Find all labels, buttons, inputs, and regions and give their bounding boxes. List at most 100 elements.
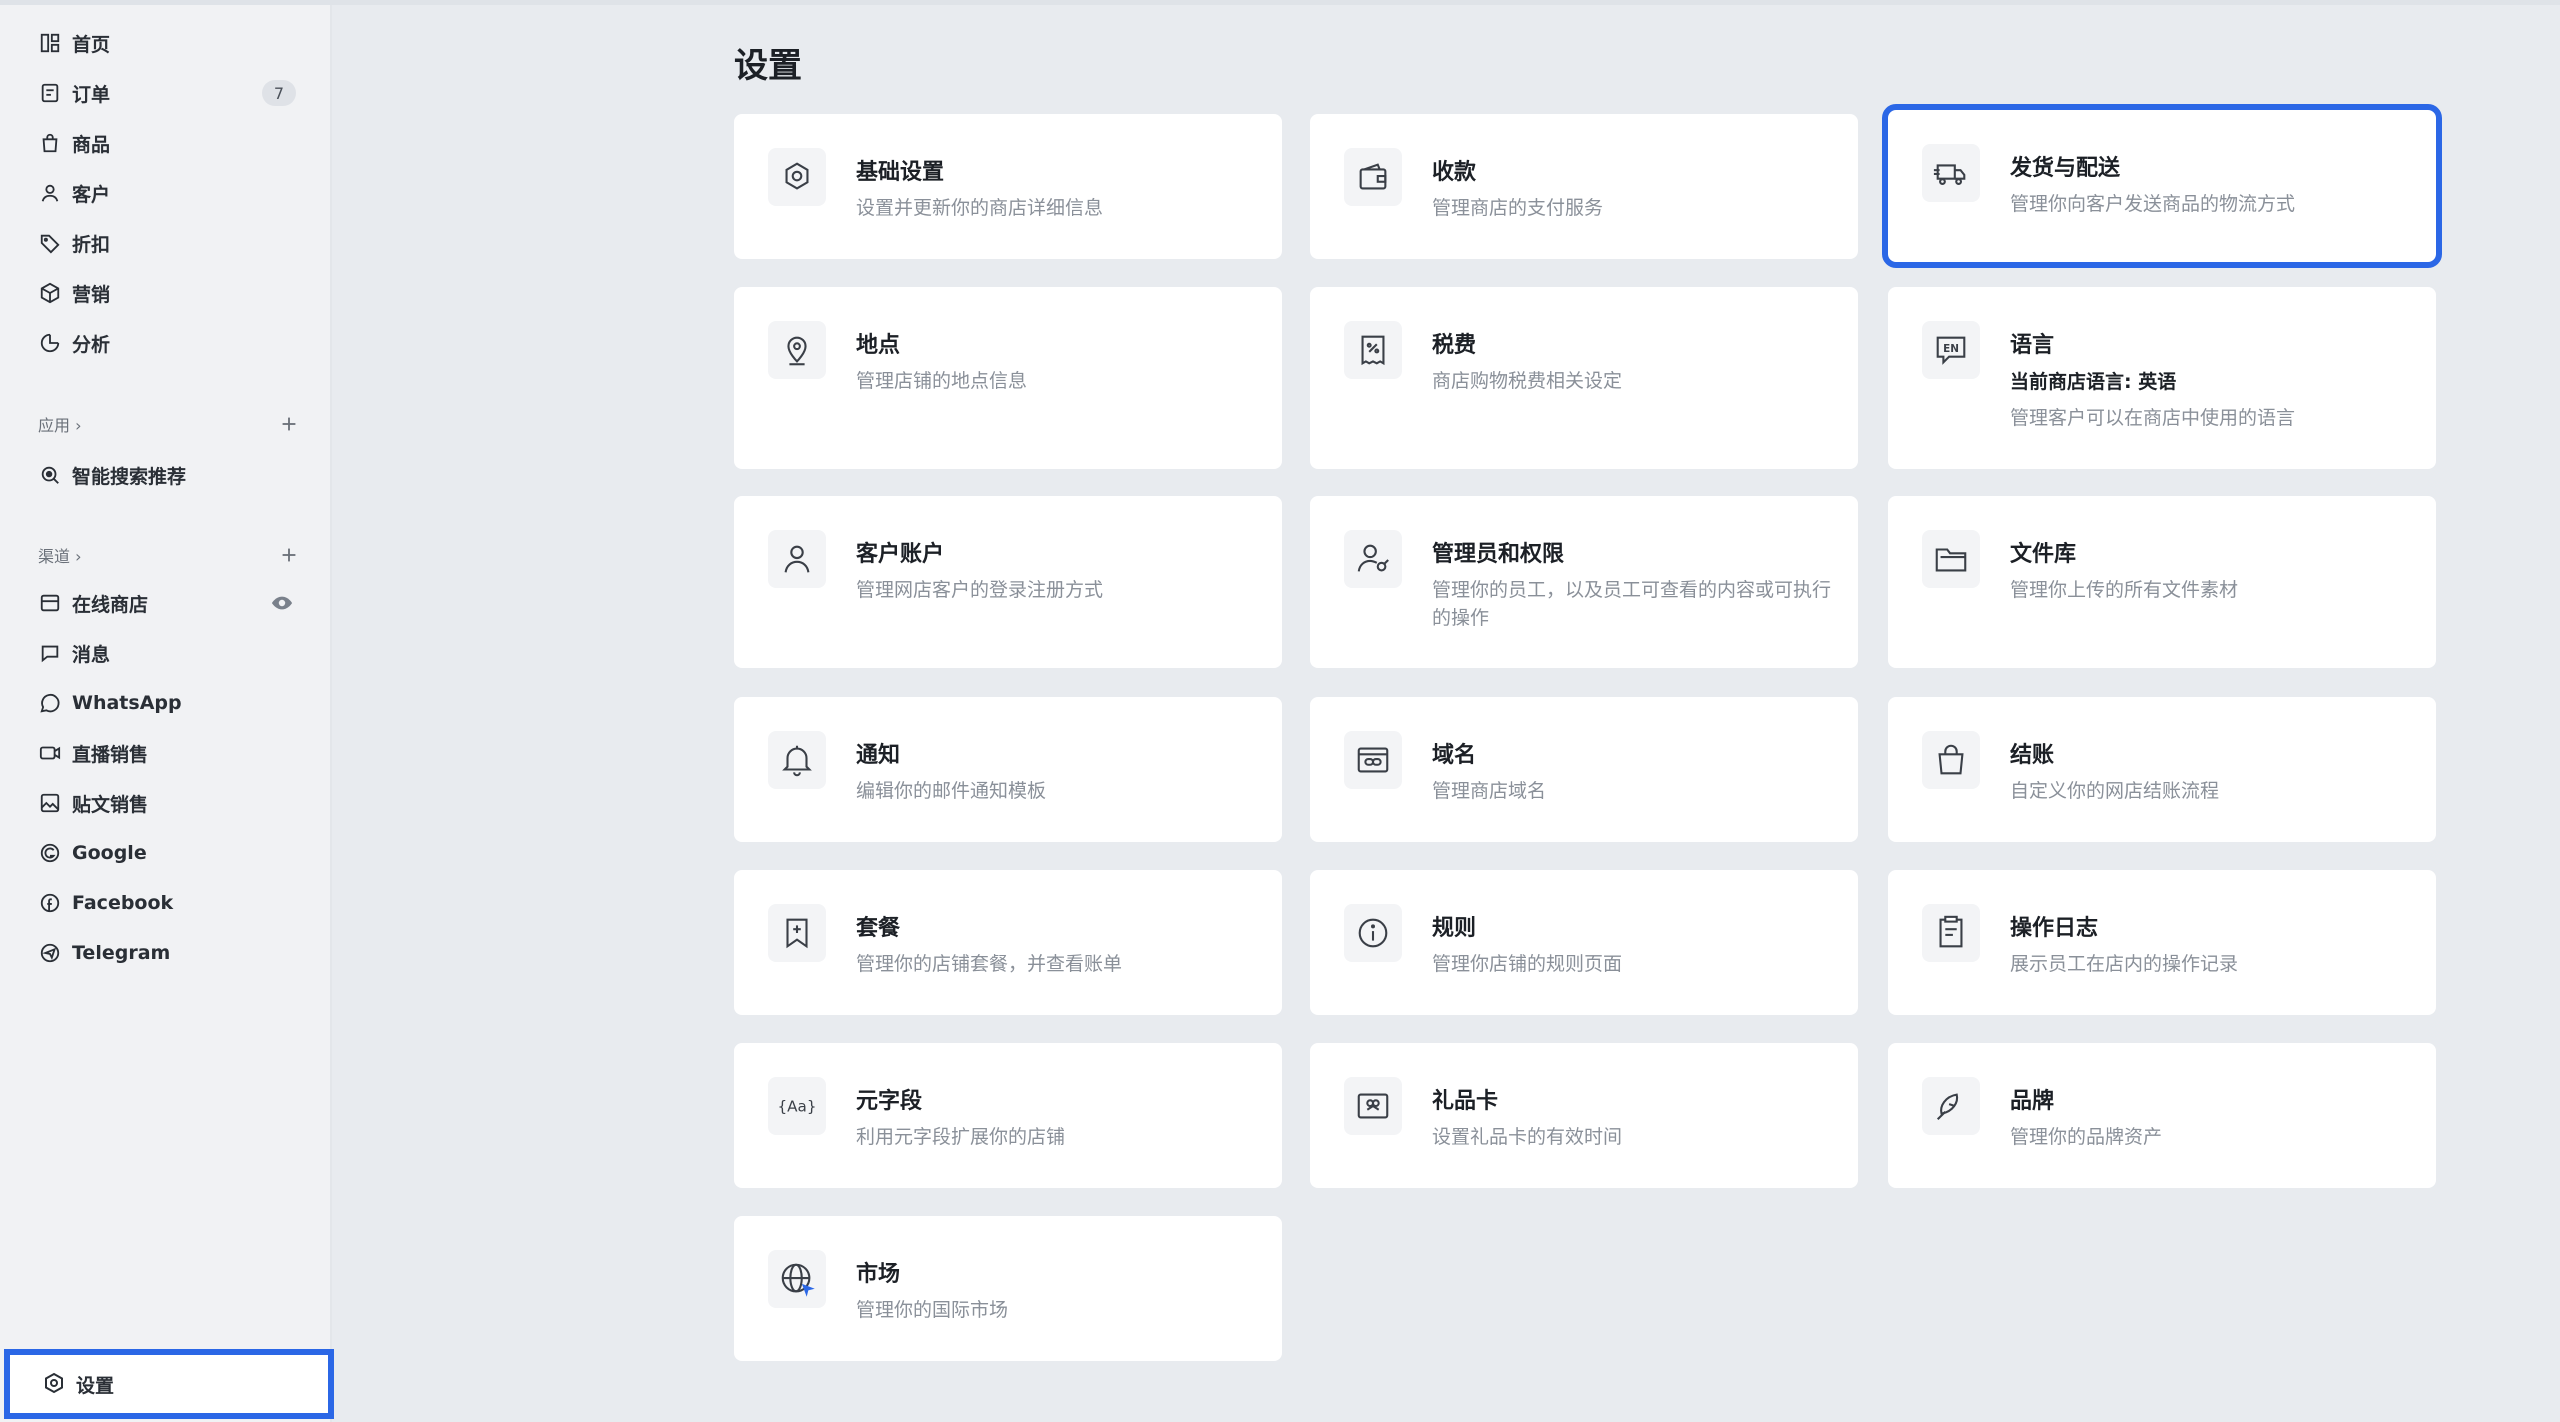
sidebar-item-messages[interactable]: 消息 [24, 633, 308, 673]
order-icon [38, 81, 62, 105]
sidebar-item-facebook[interactable]: Facebook [24, 883, 308, 923]
card-title: 地点 [856, 333, 901, 358]
add-app-icon[interactable] [278, 413, 300, 435]
globe-icon [768, 1250, 826, 1308]
sidebar-item-label: 折扣 [72, 233, 111, 256]
sidebar-item-discounts[interactable]: 折扣 [24, 223, 308, 263]
card-title: 市场 [856, 1262, 901, 1287]
sidebar-item-post-selling[interactable]: 贴文销售 [24, 783, 308, 823]
card-description: 管理你的店铺套餐，并查看账单 [856, 953, 1123, 975]
link-icon [1344, 731, 1402, 789]
card-title: 结账 [2010, 743, 2055, 768]
card-description: 设置礼品卡的有效时间 [1432, 1126, 1623, 1148]
truck-icon [1922, 144, 1980, 202]
settings-card-payments[interactable]: 收款 管理商店的支付服务 [1310, 114, 1858, 259]
settings-card-locations[interactable]: 地点 管理店铺的地点信息 [734, 287, 1282, 469]
settings-card-basic[interactable]: 基础设置 设置并更新你的商店详细信息 [734, 114, 1282, 259]
sidebar-item-orders[interactable]: 订单 7 [24, 73, 308, 113]
card-description: 管理网店客户的登录注册方式 [856, 579, 1104, 601]
sidebar-item-label: Facebook [72, 892, 174, 914]
settings-card-domains[interactable]: 域名 管理商店域名 [1310, 697, 1858, 842]
settings-card-admins-permissions[interactable]: 管理员和权限 管理你的员工，以及员工可查看的内容或可执行的操作 [1310, 496, 1858, 668]
settings-card-file-library[interactable]: 文件库 管理你上传的所有文件素材 [1888, 496, 2436, 668]
settings-card-markets[interactable]: 市场 管理你的国际市场 [734, 1216, 1282, 1361]
card-title: 品牌 [2010, 1089, 2055, 1114]
sidebar-item-settings[interactable]: 设置 [4, 1349, 334, 1419]
settings-card-notifications[interactable]: 通知 编辑你的邮件通知模板 [734, 697, 1282, 842]
card-title: 发货与配送 [2010, 156, 2121, 181]
settings-card-shipping[interactable]: 发货与配送 管理你向客户发送商品的物流方式 [1882, 104, 2442, 268]
gear-icon [768, 148, 826, 206]
sidebar-item-online-store[interactable]: 在线商店 [24, 583, 308, 623]
sidebar-item-label: 订单 [72, 83, 111, 106]
settings-card-language[interactable]: EN 语言 当前商店语言: 英语 管理客户可以在商店中使用的语言 [1888, 287, 2436, 469]
sidebar-item-marketing[interactable]: 营销 [24, 273, 308, 313]
card-title: 税费 [1432, 333, 1477, 358]
location-icon [768, 321, 826, 379]
settings-card-gift-cards[interactable]: 礼品卡 设置礼品卡的有效时间 [1310, 1043, 1858, 1188]
sidebar-item-products[interactable]: 商品 [24, 123, 308, 163]
box-icon [38, 281, 62, 305]
sidebar-item-home[interactable]: 首页 [24, 23, 308, 63]
card-description: 商店购物税费相关设定 [1432, 370, 1623, 392]
facebook-icon [38, 891, 62, 915]
sidebar-item-telegram[interactable]: Telegram [24, 933, 308, 973]
add-channel-icon[interactable] [278, 544, 300, 566]
sidebar-item-label: Telegram [72, 942, 171, 964]
settings-card-metafields[interactable]: {Aa} 元字段 利用元字段扩展你的店铺 [734, 1043, 1282, 1188]
card-description: 管理店铺的地点信息 [856, 370, 1028, 392]
folder-icon [1922, 530, 1980, 588]
settings-card-activity-log[interactable]: 操作日志 展示员工在店内的操作记录 [1888, 870, 2436, 1015]
sidebar-item-label: 贴文销售 [72, 793, 149, 816]
settings-card-plans[interactable]: 套餐 管理你的店铺套餐，并查看账单 [734, 870, 1282, 1015]
card-description: 管理你向客户发送商品的物流方式 [2010, 193, 2296, 215]
pie-chart-icon [38, 331, 62, 355]
current-language-label: 当前商店语言: 英语 [2010, 371, 2177, 393]
sidebar-item-customers[interactable]: 客户 [24, 173, 308, 213]
info-icon [1344, 904, 1402, 962]
sidebar-item-label: 智能搜索推荐 [72, 465, 187, 488]
user-icon [38, 181, 62, 205]
card-title: 元字段 [856, 1089, 923, 1114]
language-icon: EN [1922, 321, 1980, 379]
settings-card-checkout[interactable]: 结账 自定义你的网店结账流程 [1888, 697, 2436, 842]
card-title: 通知 [856, 743, 901, 768]
gear-icon [45, 1372, 63, 1394]
sidebar-item-smart-search[interactable]: 智能搜索推荐 [24, 455, 308, 495]
sidebar-item-whatsapp[interactable]: WhatsApp [24, 683, 308, 723]
eye-icon[interactable] [270, 592, 294, 614]
card-description: 管理你上传的所有文件素材 [2010, 579, 2239, 601]
card-description: 管理你的国际市场 [856, 1299, 1009, 1321]
settings-card-brand[interactable]: 品牌 管理你的品牌资产 [1888, 1043, 2436, 1188]
settings-card-taxes[interactable]: 税费 商店购物税费相关设定 [1310, 287, 1858, 469]
sidebar-item-google[interactable]: Google [24, 833, 308, 873]
sidebar-item-label: 分析 [72, 333, 111, 356]
store-icon [38, 591, 62, 615]
bookmark-plus-icon [768, 904, 826, 962]
channels-section-title[interactable]: 渠道 › [38, 540, 82, 570]
apps-section-title[interactable]: 应用 › [38, 409, 82, 439]
sidebar-item-analytics[interactable]: 分析 [24, 323, 308, 363]
card-description: 管理客户可以在商店中使用的语言 [2010, 407, 2296, 429]
google-icon [38, 841, 62, 865]
card-title: 套餐 [856, 916, 901, 941]
settings-card-policies[interactable]: 规则 管理你店铺的规则页面 [1310, 870, 1858, 1015]
sidebar: 首页 订单 7 商品 客户 折扣 营销 分析 应用 › 智能搜索推荐 渠道 › … [0, 5, 332, 1422]
admin-icon [1344, 530, 1402, 588]
chat-icon [38, 641, 62, 665]
card-description: 利用元字段扩展你的店铺 [856, 1126, 1066, 1148]
sidebar-item-label: WhatsApp [72, 692, 182, 714]
sidebar-item-live-selling[interactable]: 直播销售 [24, 733, 308, 773]
sidebar-item-label: 营销 [72, 283, 111, 306]
dashboard-icon [38, 31, 62, 55]
search-icon [38, 463, 62, 487]
settings-card-customer-accounts[interactable]: 客户账户 管理网店客户的登录注册方式 [734, 496, 1282, 668]
card-description: 编辑你的邮件通知模板 [856, 780, 1047, 802]
log-icon [1922, 904, 1980, 962]
sidebar-item-label: 首页 [72, 33, 111, 56]
card-description: 展示员工在店内的操作记录 [2010, 953, 2239, 975]
sidebar-item-label: 消息 [72, 643, 111, 666]
card-title: 语言 [2010, 333, 2055, 358]
card-description: 管理你的员工，以及员工可查看的内容或可执行的操作 [1432, 579, 1832, 629]
card-description: 自定义你的网店结账流程 [2010, 780, 2220, 802]
